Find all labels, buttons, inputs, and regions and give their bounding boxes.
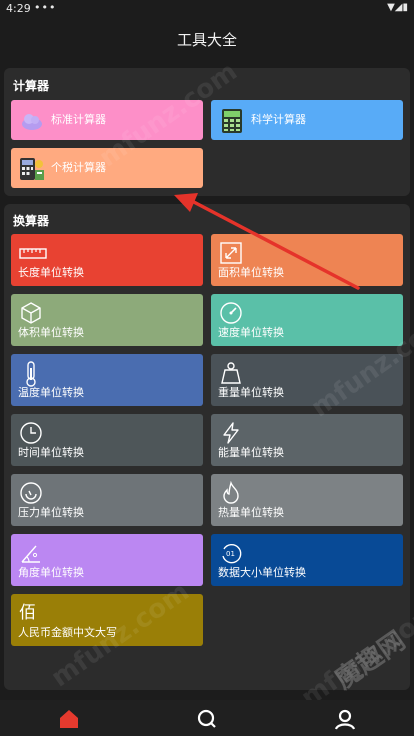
nav-profile[interactable] — [333, 708, 357, 730]
calculator-section-title: 计算器 — [13, 79, 50, 93]
volume-converter-card[interactable]: 体积单位转换 — [11, 294, 203, 346]
cube-icon — [19, 301, 43, 325]
data-icon: 01 — [219, 541, 243, 565]
profile-icon — [334, 709, 356, 730]
status-icons: ▼◢▮ — [387, 2, 408, 13]
scientific-calculator-label: 科学计算器 — [251, 113, 306, 126]
profile-icon-shape — [338, 709, 352, 723]
area-converter-card[interactable]: 面积单位转换 — [211, 234, 403, 286]
nav-home[interactable] — [57, 708, 81, 730]
time-converter-label: 时间单位转换 — [18, 446, 84, 459]
weight-converter-label: 重量单位转换 — [218, 386, 284, 399]
tax-calculator-label: 个税计算器 — [51, 161, 106, 174]
svg-text:01: 01 — [226, 550, 235, 558]
length-converter-card[interactable]: 长度单位转换 — [11, 234, 203, 286]
bottom-navigation — [0, 700, 414, 736]
app-bar: 工具大全 — [0, 22, 414, 58]
lightning-icon — [219, 421, 243, 445]
time-converter-card[interactable]: 时间单位转换 — [11, 414, 203, 466]
angle-converter-label: 角度单位转换 — [18, 566, 84, 579]
standard-calculator-card[interactable]: 标准计算器 — [11, 100, 203, 140]
expand-icon — [219, 241, 243, 265]
angle-icon — [19, 541, 43, 565]
search-icon-handle — [210, 722, 216, 728]
tax-calculator-icon — [19, 156, 45, 182]
rmb-uppercase-converter-label: 人民币金额中文大写 — [18, 626, 117, 639]
weight-converter-card[interactable]: 重量单位转换 — [211, 354, 403, 406]
bai-character-icon: 佰 — [19, 603, 36, 623]
converter-section-title: 换算器 — [13, 214, 50, 228]
cloud-icon — [19, 108, 45, 134]
heat-converter-label: 热量单位转换 — [218, 506, 284, 519]
area-converter-label: 面积单位转换 — [218, 266, 284, 279]
weight-icon — [219, 361, 243, 385]
clock-icon — [19, 421, 43, 445]
speed-converter-label: 速度单位转换 — [218, 326, 284, 339]
thermometer-icon — [19, 361, 43, 387]
flame-icon — [219, 481, 243, 505]
gauge-icon — [19, 481, 43, 505]
rmb-uppercase-converter-card[interactable]: 佰 人民币金额中文大写 — [11, 594, 203, 646]
profile-icon-body — [334, 723, 356, 730]
status-notification-dots: ••• — [34, 1, 57, 14]
home-icon — [60, 710, 78, 728]
nav-search[interactable] — [195, 708, 219, 730]
pressure-converter-label: 压力单位转换 — [18, 506, 84, 519]
home-icon-shape — [60, 710, 78, 728]
converter-section: 换算器 长度单位转换 面积单位转换 体积单位转换 速度单位转换 温度单位转换 重… — [4, 204, 410, 690]
energy-converter-card[interactable]: 能量单位转换 — [211, 414, 403, 466]
calculator-icon — [219, 108, 245, 134]
speed-converter-card[interactable]: 速度单位转换 — [211, 294, 403, 346]
temperature-converter-label: 温度单位转换 — [18, 386, 84, 399]
ruler-icon — [19, 241, 47, 265]
speedometer-icon — [219, 301, 243, 325]
status-time: 4:29 — [6, 2, 31, 15]
pressure-converter-card[interactable]: 压力单位转换 — [11, 474, 203, 526]
angle-converter-card[interactable]: 角度单位转换 — [11, 534, 203, 586]
search-icon-shape — [197, 709, 215, 727]
volume-converter-label: 体积单位转换 — [18, 326, 84, 339]
data-size-converter-card[interactable]: 01 数据大小单位转换 — [211, 534, 403, 586]
heat-converter-card[interactable]: 热量单位转换 — [211, 474, 403, 526]
status-bar: 4:29 ••• ▼◢▮ — [0, 0, 414, 18]
calculator-section: 计算器 标准计算器 科学计算器 个税计算器 — [4, 68, 410, 196]
data-size-converter-label: 数据大小单位转换 — [218, 566, 306, 579]
energy-converter-label: 能量单位转换 — [218, 446, 284, 459]
tax-calculator-card[interactable]: 个税计算器 — [11, 148, 203, 188]
scientific-calculator-card[interactable]: 科学计算器 — [211, 100, 403, 140]
length-converter-label: 长度单位转换 — [18, 266, 84, 279]
temperature-converter-card[interactable]: 温度单位转换 — [11, 354, 203, 406]
page-title: 工具大全 — [176, 31, 237, 49]
standard-calculator-label: 标准计算器 — [51, 113, 106, 126]
search-icon — [197, 709, 216, 728]
